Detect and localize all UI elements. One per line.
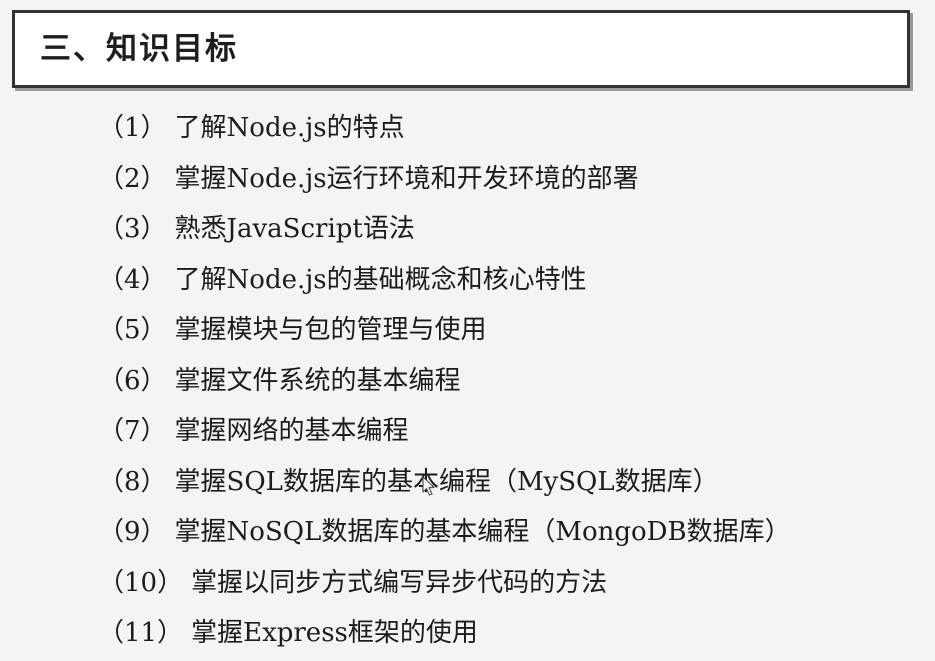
list-item: （4） 了解Node.js的基础概念和核心特性 (98, 255, 791, 306)
list-item: （11） 掌握Express框架的使用 (98, 608, 791, 659)
list-item-text: 了解Node.js的特点 (174, 113, 405, 143)
list-item-text: 掌握模块与包的管理与使用 (174, 315, 487, 345)
knowledge-goal-list: （1） 了解Node.js的特点 （2） 掌握Node.js运行环境和开发环境的部署… (98, 103, 791, 659)
list-item-text: 了解Node.js的基础概念和核心特性 (174, 264, 587, 295)
list-item: （8） 掌握SQL数据库的基本编程（MySQL数据库） (98, 457, 791, 508)
list-item-number: （7） (98, 416, 167, 446)
list-item: （2） 掌握Node.js运行环境和开发环境的部署 (98, 154, 791, 205)
list-item-number: （2） (98, 163, 167, 194)
section-title-box: 三、知识目标 (12, 10, 910, 88)
list-item-number: （1） (98, 113, 167, 143)
list-item-text: 掌握网络的基本编程 (174, 416, 409, 446)
mouse-pointer-icon (422, 476, 435, 496)
list-item: （10） 掌握以同步方式编写异步代码的方法 (98, 558, 791, 609)
section-title: 三、知识目标 (40, 31, 238, 67)
list-item-number: （11） (98, 618, 184, 648)
list-item-number: （6） (98, 365, 167, 396)
list-item-number: （3） (98, 214, 167, 244)
list-item: （6） 掌握文件系统的基本编程 (98, 356, 791, 407)
list-item-text: 掌握以同步方式编写异步代码的方法 (191, 567, 608, 598)
list-item: （1） 了解Node.js的特点 (98, 103, 791, 154)
list-item-number: （5） (98, 315, 167, 345)
list-item-text: 掌握文件系统的基本编程 (174, 365, 461, 396)
list-item-text: 掌握NoSQL数据库的基本编程（MongoDB数据库） (174, 517, 791, 547)
list-item: （9） 掌握NoSQL数据库的基本编程（MongoDB数据库） (98, 507, 791, 558)
list-item-number: （8） (98, 466, 167, 497)
list-item: （3） 熟悉JavaScript语法 (98, 204, 791, 255)
list-item-text: 熟悉JavaScript语法 (174, 214, 415, 244)
list-item-number: （4） (98, 264, 167, 295)
list-item-number: （10） (98, 567, 184, 598)
list-item: （7） 掌握网络的基本编程 (98, 406, 791, 457)
list-item: （5） 掌握模块与包的管理与使用 (98, 305, 791, 356)
list-item-text: 掌握Express框架的使用 (191, 618, 478, 648)
list-item-text: 掌握SQL数据库的基本编程（MySQL数据库） (174, 466, 719, 497)
list-item-text: 掌握Node.js运行环境和开发环境的部署 (174, 163, 639, 194)
list-item-number: （9） (98, 517, 167, 547)
